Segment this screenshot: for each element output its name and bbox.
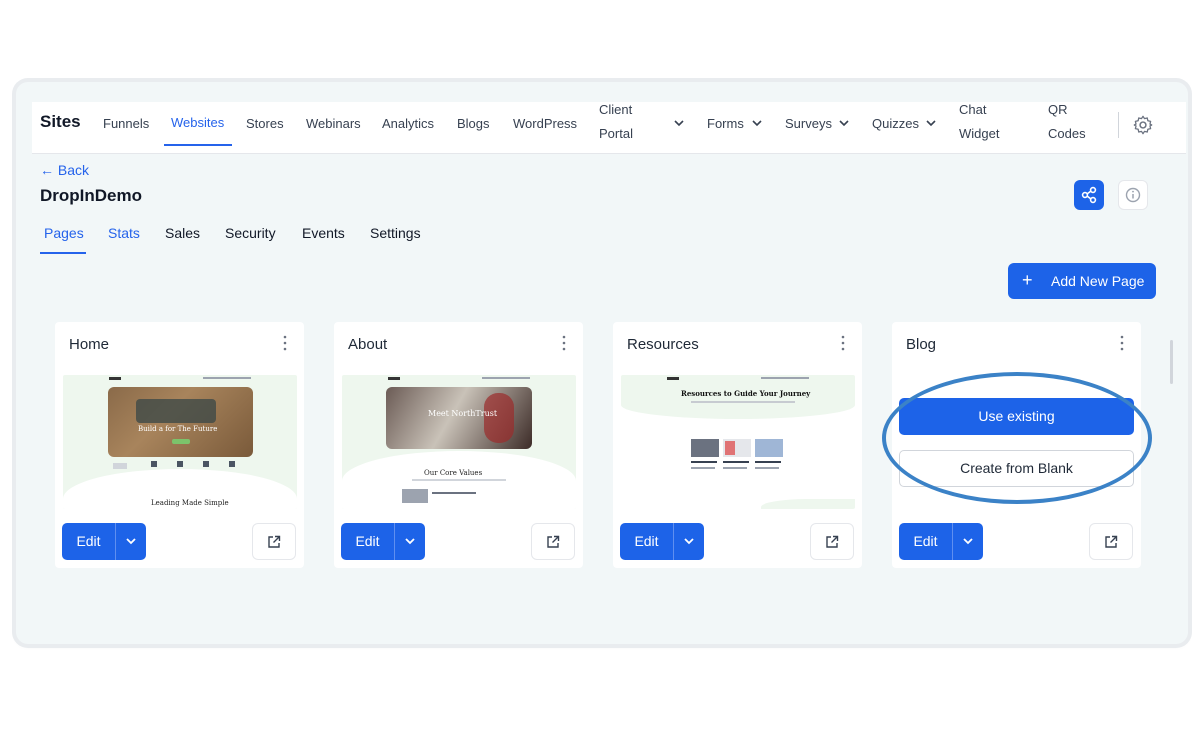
page-card-about: About Meet NorthTrust Our Core Values Ed… (334, 322, 583, 568)
edit-button-group: Edit (899, 523, 983, 560)
edit-divider (394, 523, 395, 560)
edit-divider (115, 523, 116, 560)
nav-qr-codes[interactable]: QR Codes (1048, 98, 1086, 146)
thumb-footer-text: Our Core Values (424, 469, 483, 477)
more-options-icon[interactable] (557, 334, 571, 352)
edit-divider (952, 523, 953, 560)
open-page-button[interactable] (810, 523, 854, 560)
nav-client-portal[interactable]: Client Portal (599, 98, 633, 146)
open-page-button[interactable] (1089, 523, 1133, 560)
nav-chat-widget-line2: Widget (959, 126, 1000, 141)
nav-surveys[interactable]: Surveys (785, 116, 832, 131)
chevron-down-icon[interactable] (961, 534, 975, 548)
thumb-navbar (63, 375, 297, 381)
edit-button-group: Edit (62, 523, 146, 560)
page-card-title: Resources (627, 336, 699, 353)
thumb-hero-text: Resources to Guide Your Journey (681, 389, 811, 398)
edit-button[interactable]: Edit (62, 523, 115, 560)
page-title: DropInDemo (40, 186, 142, 205)
nav-chat-widget-line1: Chat (959, 102, 987, 117)
tab-stats[interactable]: Stats (108, 225, 140, 241)
nav-blogs[interactable]: Blogs (457, 116, 490, 131)
page-thumbnail[interactable]: Resources to Guide Your Journey (621, 375, 855, 509)
gear-icon[interactable] (1132, 114, 1154, 136)
tab-settings[interactable]: Settings (370, 225, 421, 241)
open-page-button[interactable] (531, 523, 575, 560)
more-options-icon[interactable] (836, 334, 850, 352)
plus-icon: + (1022, 270, 1033, 290)
nav-websites[interactable]: Websites (171, 115, 224, 130)
nav-funnels[interactable]: Funnels (103, 116, 149, 131)
use-existing-button[interactable]: Use existing (899, 398, 1134, 435)
page-card-blog: Blog Use existing Create from Blank Edit (892, 322, 1141, 568)
edit-button-group: Edit (341, 523, 425, 560)
chevron-down-icon[interactable] (682, 534, 696, 548)
thumb-hero-text: Meet NorthTrust (428, 409, 498, 418)
more-options-icon[interactable] (278, 334, 292, 352)
chevron-down-icon[interactable] (124, 534, 138, 548)
edit-divider (673, 523, 674, 560)
edit-button[interactable]: Edit (341, 523, 394, 560)
thumb-hero-image: Meet NorthTrust (386, 387, 532, 449)
tab-security[interactable]: Security (225, 225, 276, 241)
more-options-icon[interactable] (1115, 334, 1129, 352)
nav-qr-codes-line1: QR (1048, 102, 1068, 117)
tab-events[interactable]: Events (302, 225, 345, 241)
external-link-icon (547, 535, 560, 548)
thumb-footer-text: Leading Made Simple (151, 499, 229, 507)
info-icon (1125, 187, 1141, 203)
page-card-title: Blog (906, 336, 937, 353)
tab-pages[interactable]: Pages (44, 225, 84, 241)
top-navigation: Sites Funnels Websites Stores Webinars A… (32, 102, 1186, 154)
nav-qr-codes-line2: Codes (1048, 126, 1086, 141)
nav-divider (1118, 112, 1119, 138)
nav-stores[interactable]: Stores (246, 116, 284, 131)
nav-forms[interactable]: Forms (707, 116, 744, 131)
page-thumbnail[interactable]: Meet NorthTrust Our Core Values (342, 375, 576, 509)
share-button[interactable] (1074, 180, 1104, 210)
chevron-down-icon[interactable] (403, 534, 417, 548)
tab-sales[interactable]: Sales (165, 225, 200, 241)
nav-webinars[interactable]: Webinars (306, 116, 361, 131)
nav-analytics[interactable]: Analytics (382, 116, 434, 131)
page-card-title: About (348, 336, 388, 353)
info-button[interactable] (1118, 180, 1148, 210)
create-from-blank-button[interactable]: Create from Blank (899, 450, 1134, 487)
edit-button-group: Edit (620, 523, 704, 560)
page-card-resources: Resources Resources to Guide Your Journe… (613, 322, 862, 568)
external-link-icon (1105, 535, 1118, 548)
page-card-home: Home Build a for The Future Leading Made… (55, 322, 304, 568)
page-thumbnail[interactable]: Build a for The Future Leading Made Simp… (63, 375, 297, 509)
add-new-page-button[interactable]: + Add New Page (1008, 263, 1156, 299)
external-link-icon (826, 535, 839, 548)
edit-button[interactable]: Edit (899, 523, 952, 560)
nav-wordpress[interactable]: WordPress (513, 116, 577, 131)
edit-button[interactable]: Edit (620, 523, 673, 560)
thumb-navbar (342, 375, 576, 381)
chevron-down-icon[interactable] (924, 116, 938, 130)
nav-client-portal-line2: Portal (599, 126, 633, 141)
chevron-down-icon[interactable] (672, 116, 686, 130)
back-link[interactable]: ← Back (40, 162, 89, 178)
app-title: Sites (40, 112, 81, 131)
scrollbar-thumb[interactable] (1170, 340, 1173, 384)
share-icon (1081, 186, 1097, 204)
chevron-down-icon[interactable] (750, 116, 764, 130)
nav-active-indicator (164, 144, 232, 146)
thumb-hero-image: Build a for The Future (108, 387, 253, 457)
nav-client-portal-line1: Client (599, 102, 633, 117)
external-link-icon (268, 535, 281, 548)
thumb-hero-text: Build a for The Future (138, 425, 218, 433)
add-new-page-label: Add New Page (1051, 273, 1145, 289)
nav-chat-widget[interactable]: Chat Widget (959, 98, 999, 146)
page-card-title: Home (69, 336, 110, 353)
tab-active-indicator (40, 252, 86, 254)
chevron-down-icon[interactable] (837, 116, 851, 130)
open-page-button[interactable] (252, 523, 296, 560)
nav-quizzes[interactable]: Quizzes (872, 116, 919, 131)
